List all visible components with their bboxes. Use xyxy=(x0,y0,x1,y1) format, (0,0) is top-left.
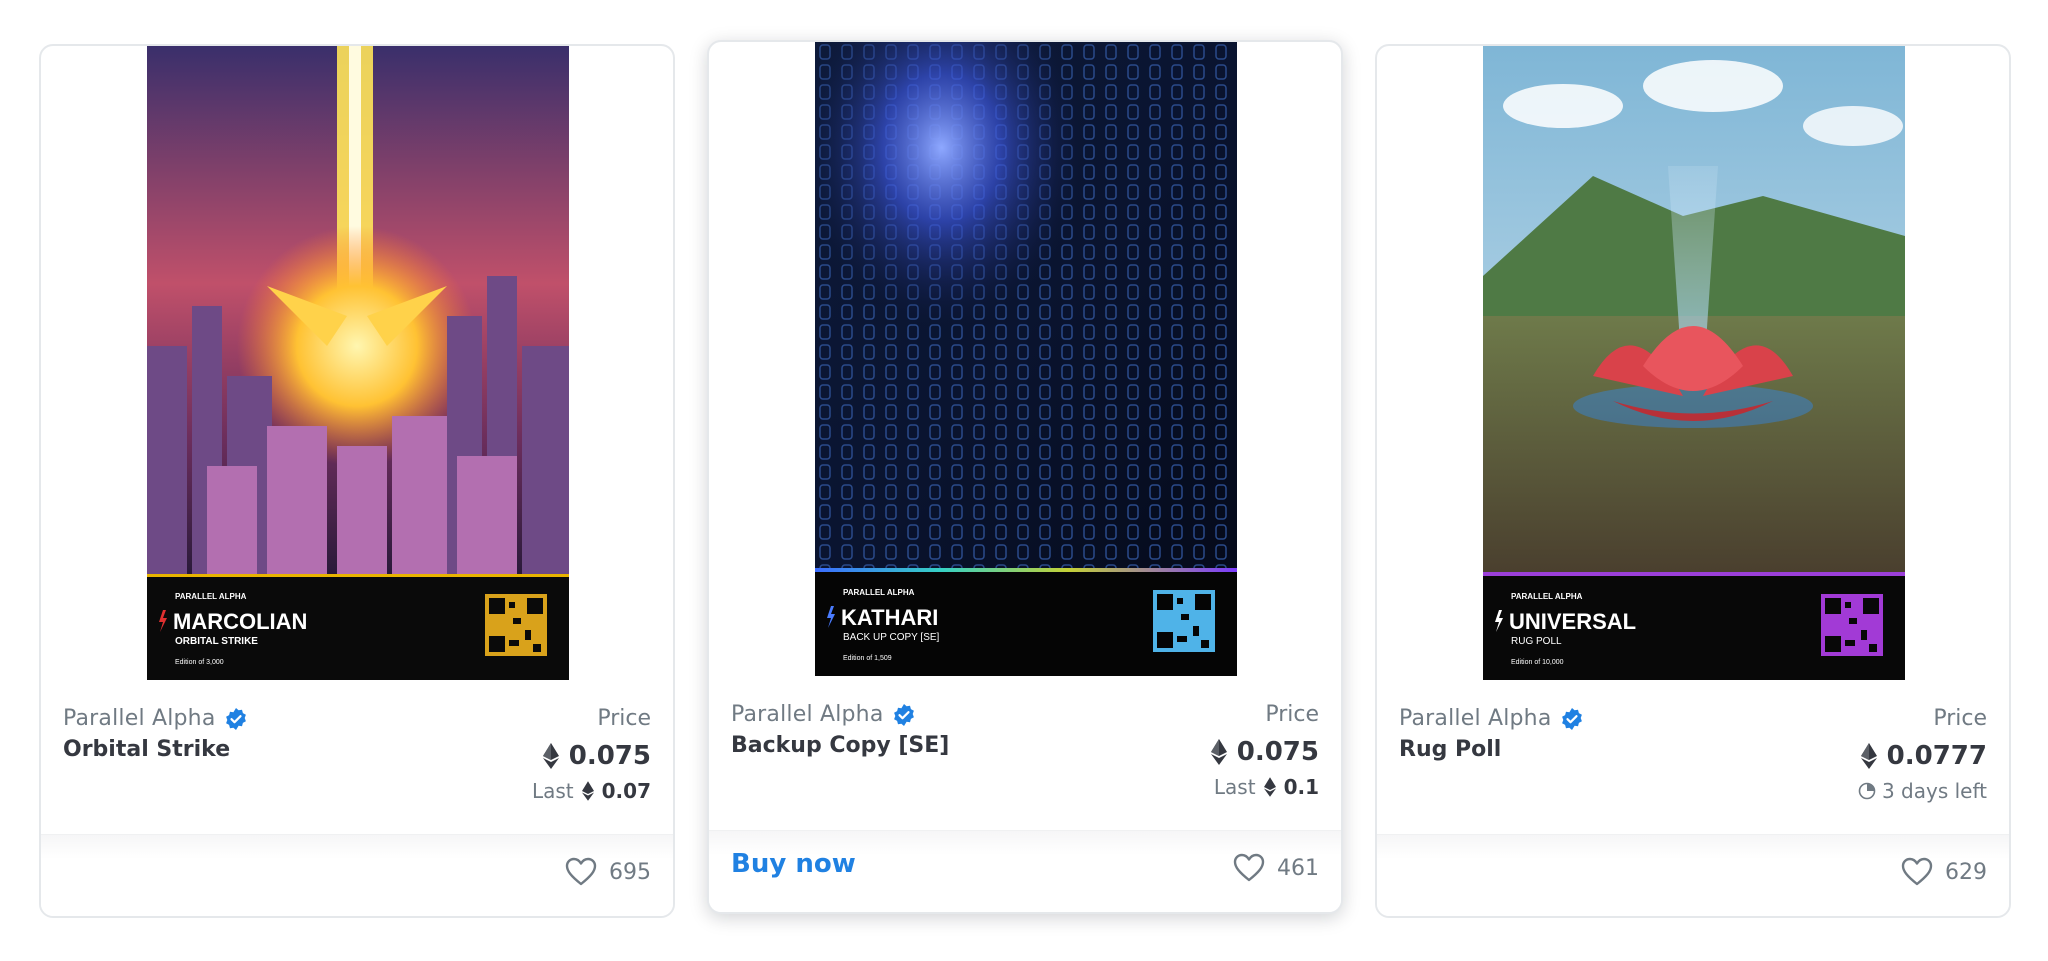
art-edition: Edition of 10,000 xyxy=(1511,659,1564,666)
favorite-count: 695 xyxy=(609,859,651,885)
artwork-image-kathari: PARALLEL ALPHA KATHARI BACK UP COPY [SE]… xyxy=(815,42,1237,676)
ethereum-icon xyxy=(1210,739,1227,765)
ethereum-icon xyxy=(542,743,559,769)
ethereum-icon xyxy=(581,781,594,801)
art-edition: Edition of 1,509 xyxy=(843,655,892,662)
nft-card-rug-poll[interactable]: PARALLEL ALPHA UNIVERSAL RUG POLL Editio… xyxy=(1375,44,2011,918)
artwork-image-universal: PARALLEL ALPHA UNIVERSAL RUG POLL Editio… xyxy=(1483,46,1905,680)
art-brand: PARALLEL ALPHA xyxy=(175,592,247,601)
price-label: Price xyxy=(1933,706,1987,731)
qr-code-icon xyxy=(1821,594,1883,656)
price-value: 0.0777 xyxy=(1886,741,1987,771)
nft-artwork[interactable]: PARALLEL ALPHA UNIVERSAL RUG POLL Editio… xyxy=(1483,46,1905,680)
heart-icon[interactable] xyxy=(1233,853,1265,883)
card-info: Parallel Alpha Orbital Strike Price 0.07… xyxy=(63,706,651,836)
auction-time-left: 3 days left xyxy=(1881,779,1987,803)
heart-icon[interactable] xyxy=(565,857,597,887)
last-sale-value: 0.1 xyxy=(1283,775,1319,799)
price-label: Price xyxy=(1265,702,1319,727)
card-footer: Buy now 461 xyxy=(709,830,1341,912)
last-sale-value: 0.07 xyxy=(601,779,651,803)
collection-name[interactable]: Parallel Alpha xyxy=(731,702,884,727)
art-title: KATHARI xyxy=(841,605,938,630)
favorite-button[interactable]: 461 xyxy=(1233,853,1319,883)
card-info: Parallel Alpha Backup Copy [SE] Price 0.… xyxy=(731,702,1319,832)
art-title: MARCOLIAN xyxy=(173,609,307,634)
art-brand: PARALLEL ALPHA xyxy=(1511,592,1583,601)
favorite-button[interactable]: 695 xyxy=(565,857,651,887)
price-value: 0.075 xyxy=(568,741,651,771)
price-block: Price 0.075 Last 0.07 xyxy=(532,706,651,803)
last-sale-label: Last xyxy=(1213,775,1256,799)
nft-artwork[interactable]: PARALLEL ALPHA KATHARI BACK UP COPY [SE]… xyxy=(815,42,1237,676)
art-subtitle: ORBITAL STRIKE xyxy=(175,636,258,647)
verified-badge-icon xyxy=(1561,707,1582,730)
art-title: UNIVERSAL xyxy=(1509,609,1636,634)
heart-icon[interactable] xyxy=(1901,857,1933,887)
collection-name[interactable]: Parallel Alpha xyxy=(1399,706,1552,731)
price-label: Price xyxy=(597,706,651,731)
price-value: 0.075 xyxy=(1236,737,1319,767)
card-footer: 695 xyxy=(41,834,673,916)
last-sale-label: Last xyxy=(531,779,574,803)
buy-now-button[interactable]: Buy now xyxy=(731,849,856,879)
favorite-count: 629 xyxy=(1945,859,1987,885)
clock-icon xyxy=(1858,782,1876,800)
qr-code-icon xyxy=(1153,590,1215,652)
favorite-button[interactable]: 629 xyxy=(1901,857,1987,887)
card-footer: 629 xyxy=(1377,834,2009,916)
qr-code-icon xyxy=(485,594,547,656)
artwork-image-marcolian: PARALLEL ALPHA MARCOLIAN ORBITAL STRIKE … xyxy=(147,46,569,680)
card-info: Parallel Alpha Rug Poll Price 0.0777 3 d… xyxy=(1399,706,1987,836)
price-block: Price 0.0777 3 days left xyxy=(1858,706,1987,803)
favorite-count: 461 xyxy=(1277,855,1319,881)
nft-card-orbital-strike[interactable]: PARALLEL ALPHA MARCOLIAN ORBITAL STRIKE … xyxy=(39,44,675,918)
verified-badge-icon xyxy=(225,707,246,730)
art-subtitle: BACK UP COPY [SE] xyxy=(843,632,940,643)
price-block: Price 0.075 Last 0.1 xyxy=(1210,702,1319,799)
art-brand: PARALLEL ALPHA xyxy=(843,588,915,597)
nft-card-backup-copy[interactable]: PARALLEL ALPHA KATHARI BACK UP COPY [SE]… xyxy=(707,40,1343,914)
verified-badge-icon xyxy=(893,703,914,726)
art-edition: Edition of 3,000 xyxy=(175,659,224,666)
ethereum-icon xyxy=(1263,777,1276,797)
ethereum-icon xyxy=(1860,743,1877,769)
collection-name[interactable]: Parallel Alpha xyxy=(63,706,216,731)
nft-artwork[interactable]: PARALLEL ALPHA MARCOLIAN ORBITAL STRIKE … xyxy=(147,46,569,680)
art-subtitle: RUG POLL xyxy=(1511,636,1562,647)
